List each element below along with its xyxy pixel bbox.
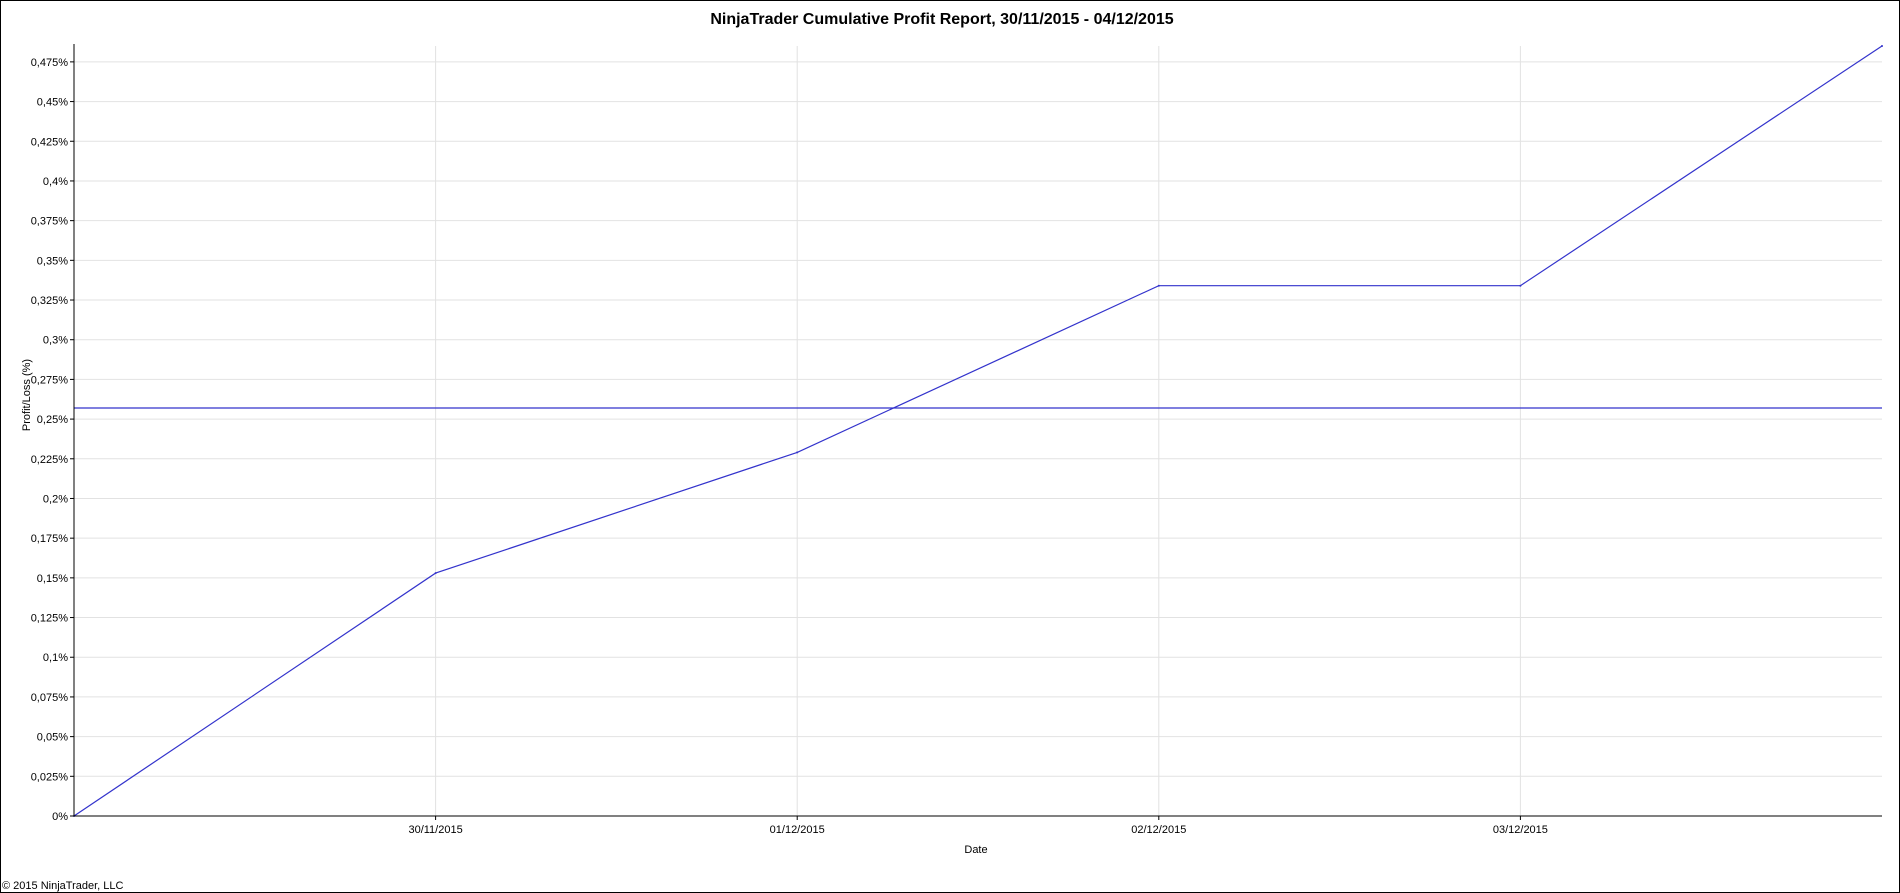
y-tick-label: 0%	[52, 811, 68, 823]
y-tick-label: 0,05%	[37, 732, 68, 744]
axes	[70, 44, 1882, 820]
y-tick-label: 0,425%	[31, 136, 69, 148]
data-point	[796, 451, 799, 454]
y-tick-label: 0,175%	[31, 533, 69, 545]
y-tick-label: 0,2%	[43, 493, 68, 505]
chart-title: NinjaTrader Cumulative Profit Report, 30…	[710, 11, 1173, 28]
y-tick-label: 0,15%	[37, 573, 68, 585]
y-tick-label: 0,375%	[31, 216, 69, 228]
x-tick-label: 03/12/2015	[1493, 824, 1548, 836]
y-tick-label: 0,35%	[37, 255, 68, 267]
x-tick-labels: 30/11/2015 01/12/2015 02/12/2015 03/12/2015	[408, 824, 1547, 836]
y-axis-label: Profit/Loss (%)	[21, 359, 33, 431]
x-tick-label: 30/11/2015	[408, 824, 462, 836]
y-tick-label: 0,325%	[31, 295, 69, 307]
y-tick-label: 0,075%	[31, 692, 69, 704]
y-tick-label: 0,225%	[31, 454, 69, 466]
data-point	[434, 572, 437, 575]
y-tick-label: 0,4%	[43, 176, 68, 188]
series-line	[73, 45, 1883, 817]
y-tick-label: 0,45%	[37, 97, 68, 109]
y-tick-label: 0,475%	[31, 57, 69, 69]
data-point	[1519, 284, 1522, 287]
series-layer	[73, 45, 1883, 817]
x-tick-label: 01/12/2015	[770, 824, 825, 836]
data-point	[1881, 45, 1883, 47]
y-tick-label: 0,125%	[31, 613, 69, 625]
y-tick-label: 0,275%	[31, 374, 69, 386]
y-tick-label: 0,25%	[37, 414, 68, 426]
grid	[74, 46, 1882, 817]
x-axis-label: Date	[964, 844, 987, 856]
y-tick-label: 0,3%	[43, 335, 68, 347]
data-point	[1157, 284, 1160, 287]
y-tick-labels: 0% 0,025% 0,05% 0,075% 0,1% 0,125% 0,15% 0,175%…	[31, 57, 69, 823]
x-tick-label: 02/12/2015	[1131, 824, 1186, 836]
y-tick-label: 0,025%	[31, 771, 69, 783]
chart-canvas: 0% 0,025% 0,05% 0,075% 0,1% 0,125% 0,15% 0,175%…	[2, 11, 1883, 892]
y-tick-label: 0,1%	[43, 652, 68, 664]
copyright-text: © 2015 NinjaTrader, LLC	[2, 880, 123, 892]
